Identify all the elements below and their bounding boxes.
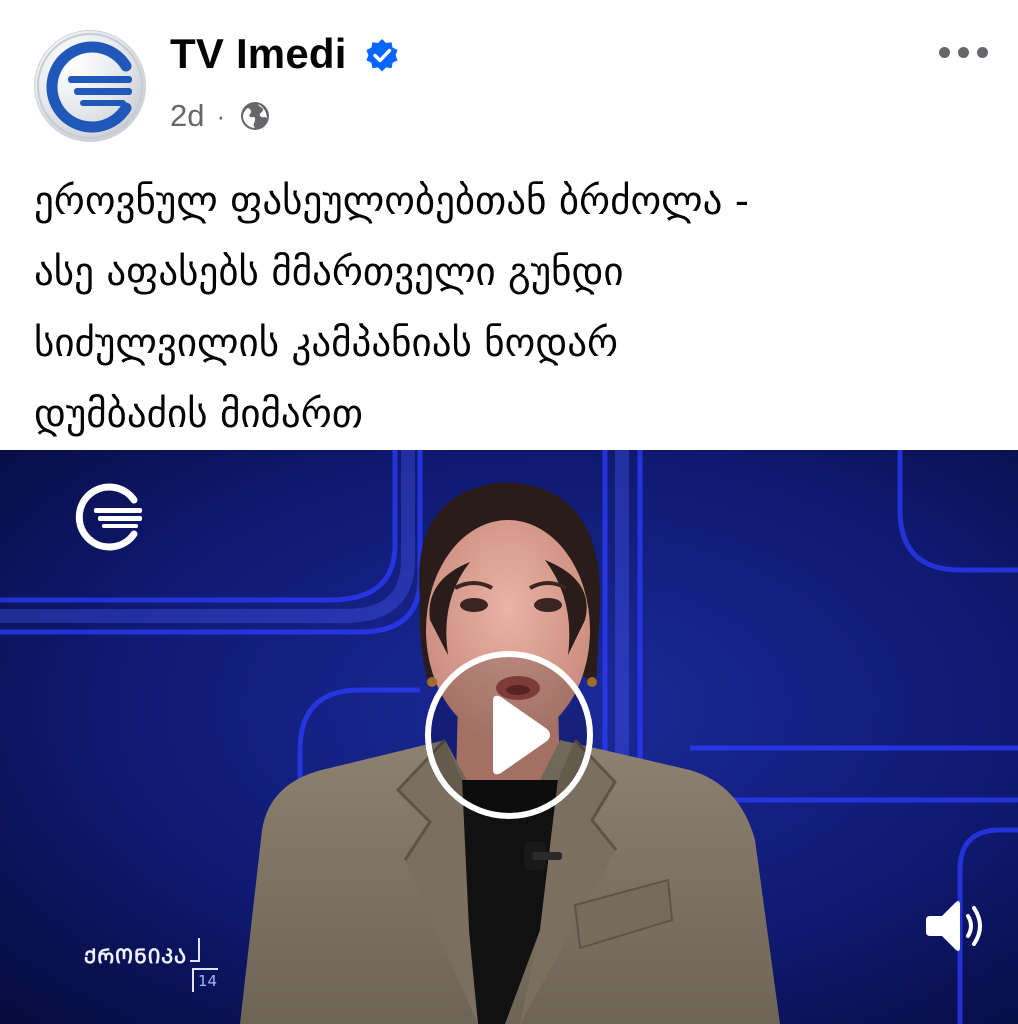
facebook-post: TV Imedi 2d · ეროვნულ ფასეულობებთან ბრძო… (0, 0, 1018, 1024)
play-button[interactable] (425, 651, 593, 819)
caption-line: ასე აფასებს მმართველი გუნდი (34, 250, 624, 295)
page-avatar[interactable] (34, 30, 146, 142)
globe-icon[interactable] (239, 100, 271, 132)
post-timestamp[interactable]: 2d (170, 98, 204, 134)
verified-badge-icon (366, 39, 398, 72)
imedi-logo-icon (37, 33, 143, 139)
post-header: TV Imedi 2d · (0, 0, 1018, 160)
caption-line: დუმბაძის მიმართ (34, 392, 363, 437)
post-caption: ეროვნულ ფასეულობებთან ბრძოლა - ასე აფასე… (34, 166, 984, 450)
caption-line: ეროვნულ ფასეულობებთან ბრძოლა - (34, 179, 749, 224)
show-number: 14 (198, 972, 218, 990)
more-dot (938, 46, 950, 58)
more-options-button[interactable] (930, 34, 996, 70)
imedi-logo-icon (75, 483, 142, 551)
more-dot (957, 46, 969, 58)
more-dot (976, 46, 988, 58)
meta-separator: · (216, 100, 226, 131)
caption-line: სიძულვილის კამპანიას ნოდარ (34, 321, 619, 366)
page-name-link[interactable]: TV Imedi (170, 30, 347, 78)
show-name: ᲥᲠᲝᲜᲘᲙᲐ (84, 944, 188, 968)
show-bracket (190, 938, 200, 962)
post-meta: 2d · (170, 96, 271, 136)
show-logo: ᲥᲠᲝᲜᲘᲙᲐ 14 (84, 938, 234, 998)
speaker-volume-icon[interactable] (922, 896, 988, 956)
play-icon (493, 695, 550, 775)
